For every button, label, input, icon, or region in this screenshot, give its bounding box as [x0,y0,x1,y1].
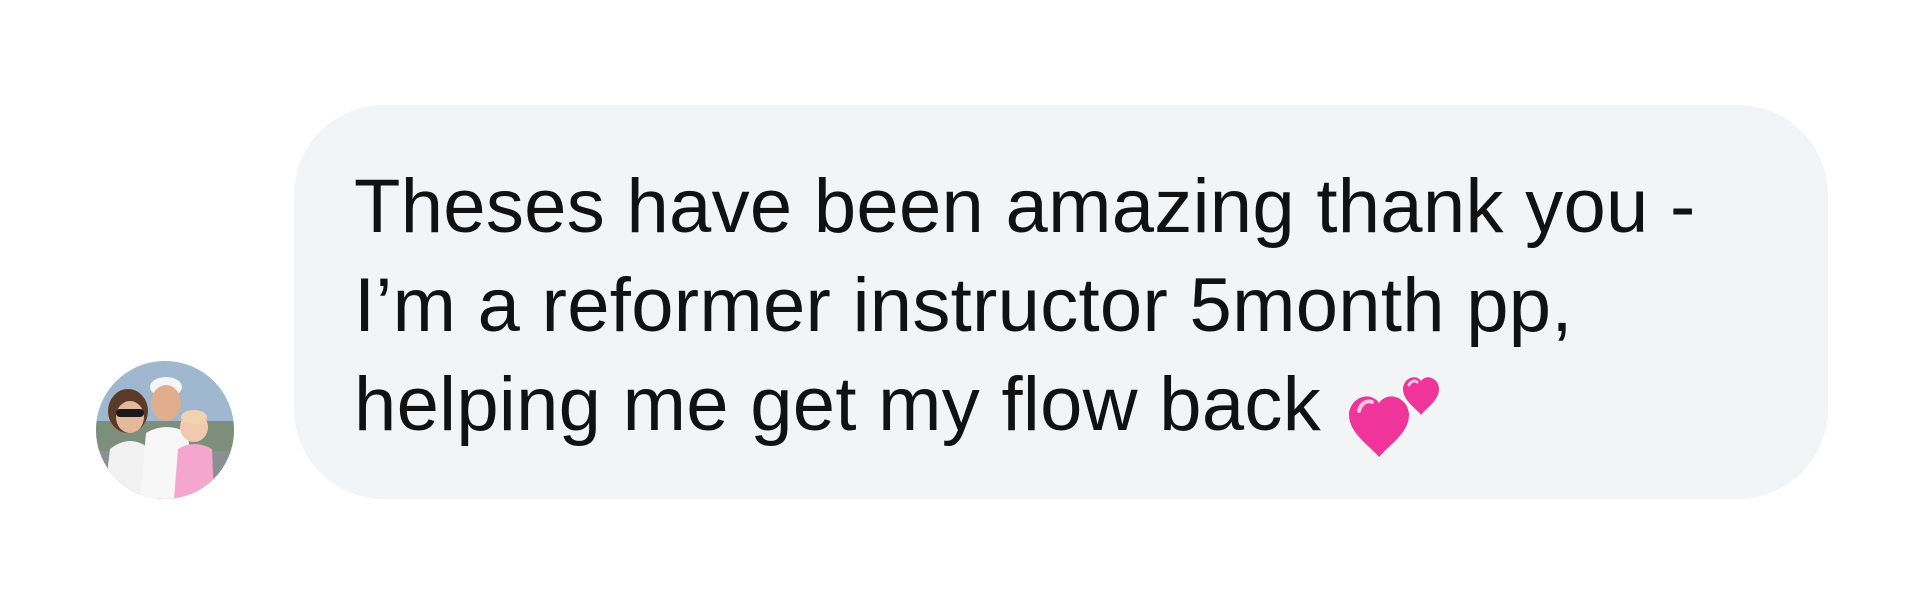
message-line: I’m a reformer instructor 5month pp, [354,263,1573,348]
message-line: helping me get my flow back [354,362,1322,447]
two-hearts-icon [1345,367,1445,462]
message-text: Theses have been amazing thank you - I’m… [354,157,1768,462]
sender-avatar[interactable] [96,361,234,499]
avatar-photo [96,361,234,499]
message-bubble[interactable]: Theses have been amazing thank you - I’m… [294,105,1828,499]
chat-thread: Theses have been amazing thank you - I’m… [0,0,1920,589]
message-line: Theses have been amazing thank you - [354,164,1696,249]
message-line-with-emoji: helping me get my flow back [354,355,1768,462]
